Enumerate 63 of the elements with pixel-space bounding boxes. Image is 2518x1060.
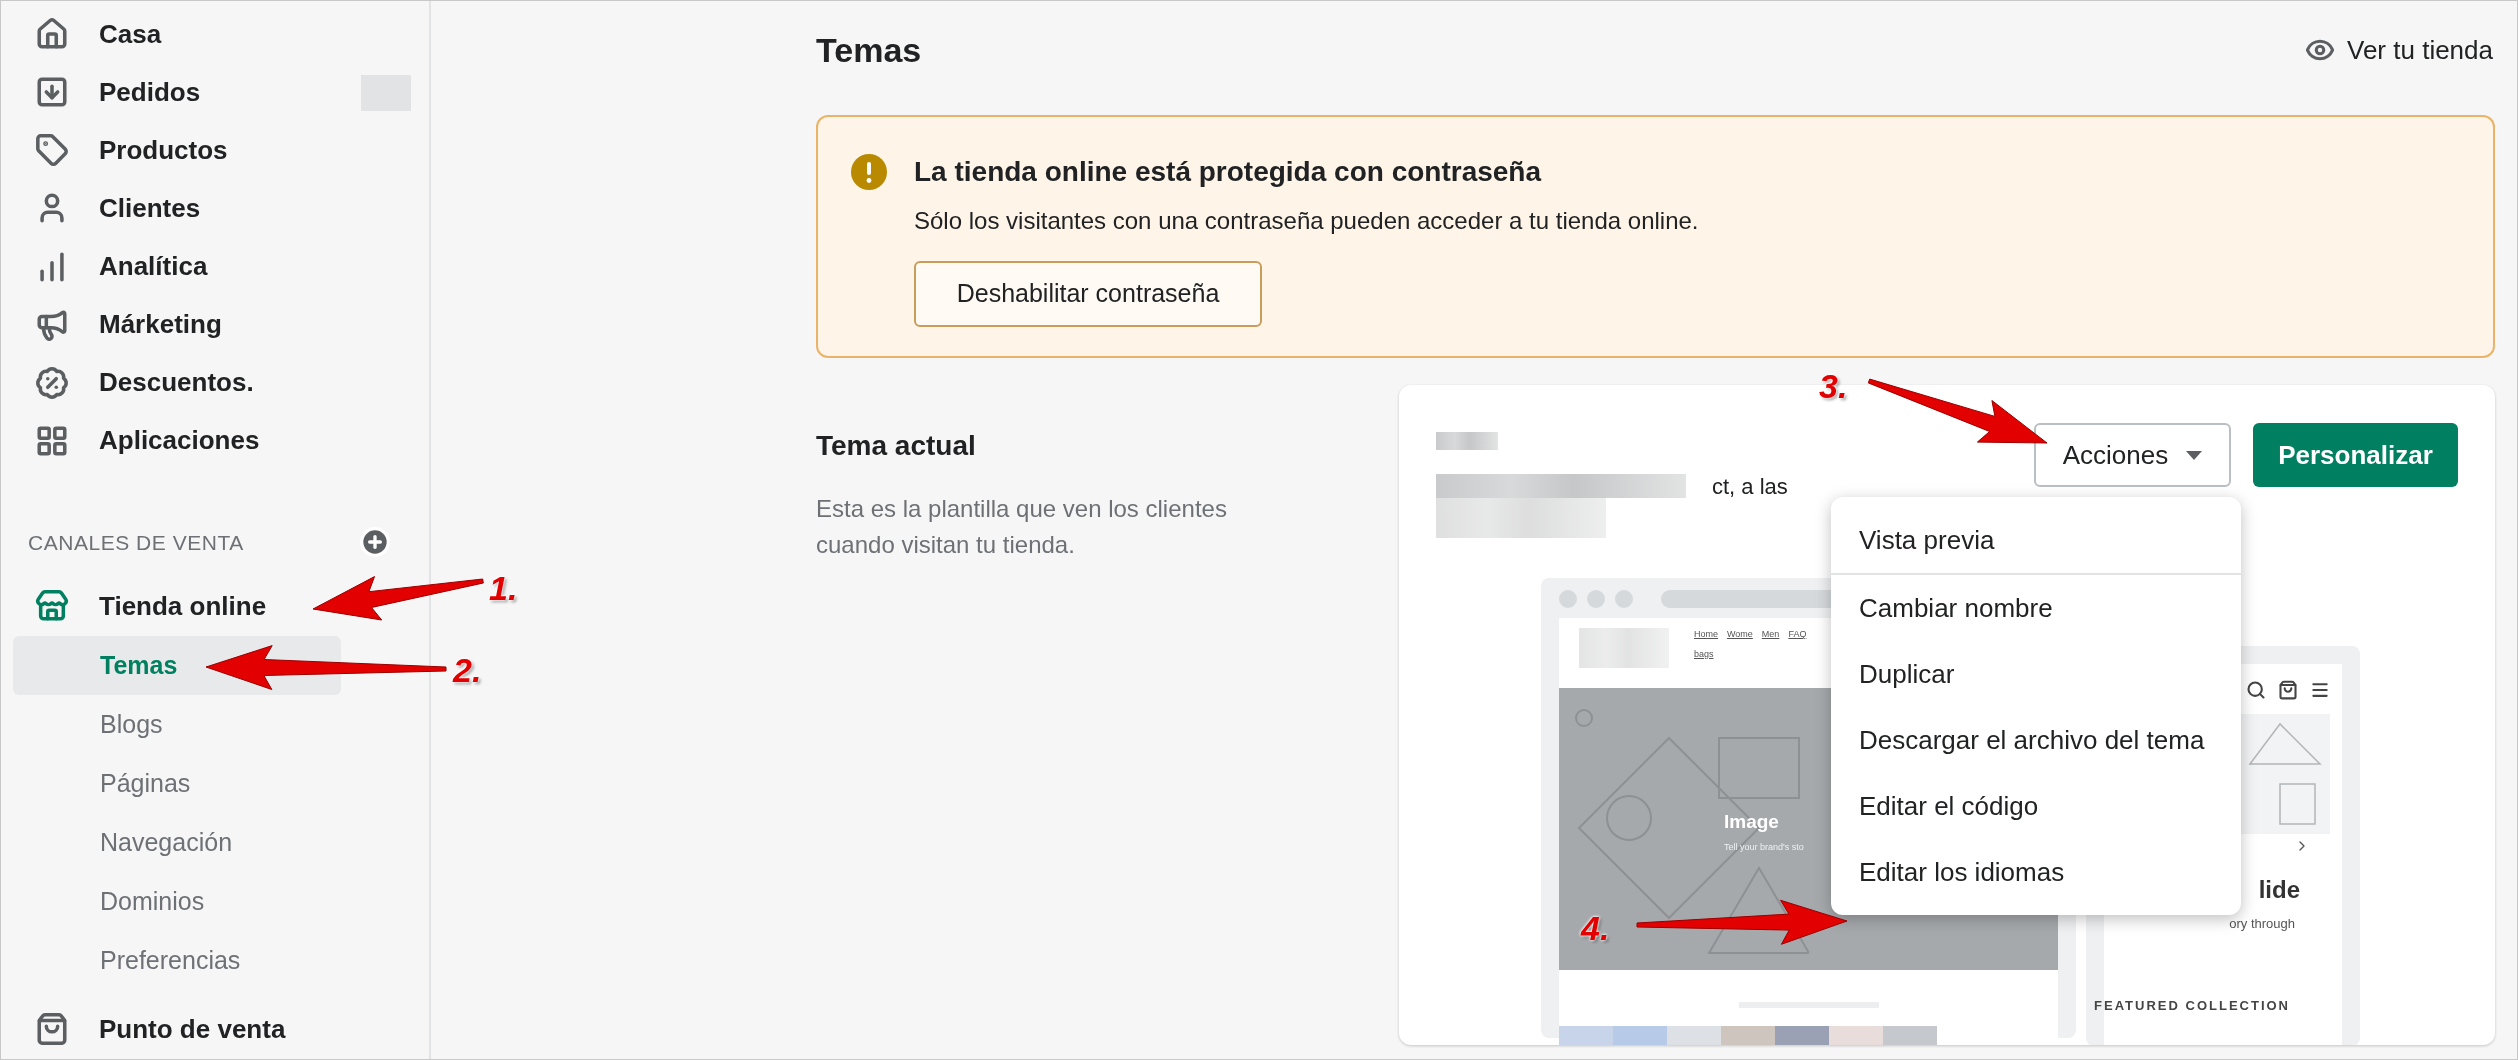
- hero-title: Image: [1724, 810, 1779, 834]
- house-icon: [35, 17, 69, 52]
- customize-button[interactable]: Personalizar: [2253, 423, 2458, 487]
- section-title: Tema actual: [816, 429, 977, 463]
- tag-icon: [35, 133, 69, 168]
- sub-nav-item[interactable]: Preferencias: [13, 930, 341, 990]
- pixelated-block: [1436, 432, 1498, 450]
- percent-badge-icon: [35, 365, 69, 400]
- inbox-icon: [35, 75, 69, 110]
- store-icon: [35, 589, 69, 624]
- pixelated-block: [1613, 1026, 1667, 1045]
- pixelated-block: [1829, 1026, 1883, 1045]
- sub-nav-item[interactable]: Dominios: [13, 871, 341, 931]
- section-label: FEATURED COLLECTION: [2094, 996, 2290, 1015]
- pixelated-block: [1775, 1026, 1829, 1045]
- hero-text: Tell your brand's sto: [1724, 840, 1804, 854]
- nav-item[interactable]: Analítica: [99, 247, 208, 287]
- shopping-bag-icon: [35, 1012, 69, 1047]
- section-heading: CANALES DE VENTA: [28, 529, 244, 556]
- add-icon[interactable]: [359, 526, 391, 559]
- annotation-label: 2.: [453, 650, 482, 691]
- pixelated-block: [1883, 1026, 1937, 1045]
- slide-text: ory through: [2229, 915, 2295, 933]
- nav-item[interactable]: Tienda online: [99, 586, 267, 626]
- nav-item[interactable]: Aplicaciones: [99, 421, 260, 461]
- annotation-label: 3.: [1819, 366, 1848, 407]
- caret-icon: [2186, 450, 2203, 460]
- banner-text: Sólo los visitantes con una contraseña pueden acceder a tu tienda online.: [914, 206, 1699, 236]
- nav-item[interactable]: Productos: [99, 130, 228, 170]
- sub-nav-item[interactable]: Blogs: [13, 694, 341, 754]
- slide-title: lide: [2258, 875, 2300, 905]
- nav-item[interactable]: Punto de venta: [99, 1009, 286, 1049]
- disable-password-button[interactable]: Deshabilitar contraseña: [914, 261, 1262, 327]
- menu-item[interactable]: Cambiar nombre: [1831, 575, 2241, 641]
- apps-grid-icon: [35, 423, 69, 458]
- menu-item[interactable]: Editar el código: [1831, 773, 2241, 839]
- menu-icon: [2310, 680, 2330, 700]
- menu-item[interactable]: Vista previa: [1831, 507, 2241, 573]
- warning-icon: [851, 154, 887, 190]
- annotation-label: 1.: [489, 568, 518, 609]
- banner-title: La tienda online está protegida con contraseña: [914, 155, 1543, 189]
- pixelated-block: [1721, 1026, 1775, 1045]
- nav-item[interactable]: Casa: [99, 14, 162, 54]
- nav-item[interactable]: Clientes: [99, 188, 201, 228]
- menu-item[interactable]: Descargar el archivo del tema: [1831, 707, 2241, 773]
- actions-dropdown-button[interactable]: Acciones: [2034, 423, 2231, 487]
- bag-icon: [2278, 680, 2298, 700]
- annotation-label: 4.: [1581, 908, 1610, 949]
- sub-nav-item[interactable]: Páginas: [13, 753, 341, 813]
- nav-item[interactable]: Descuentos.: [99, 363, 254, 403]
- nav-item[interactable]: Pedidos: [99, 72, 201, 112]
- pixelated-block: [1667, 1026, 1721, 1045]
- pixelated-block: [1559, 1026, 1613, 1045]
- search-icon: [2246, 680, 2266, 700]
- section-description: Esta es la plantilla que ven los clientes cuando visitan tu tienda.: [816, 494, 1228, 560]
- view-store-link[interactable]: Ver tu tienda: [2347, 30, 2493, 70]
- menu-item[interactable]: Editar los idiomas: [1831, 839, 2241, 905]
- megaphone-icon: [35, 307, 69, 342]
- theme-date-text: ct, a las: [1712, 476, 1788, 498]
- nav-item[interactable]: Márketing: [99, 305, 222, 345]
- sub-nav-item[interactable]: Navegación: [13, 812, 341, 872]
- menu-item[interactable]: Duplicar: [1831, 641, 2241, 707]
- page-title: Temas: [816, 29, 922, 71]
